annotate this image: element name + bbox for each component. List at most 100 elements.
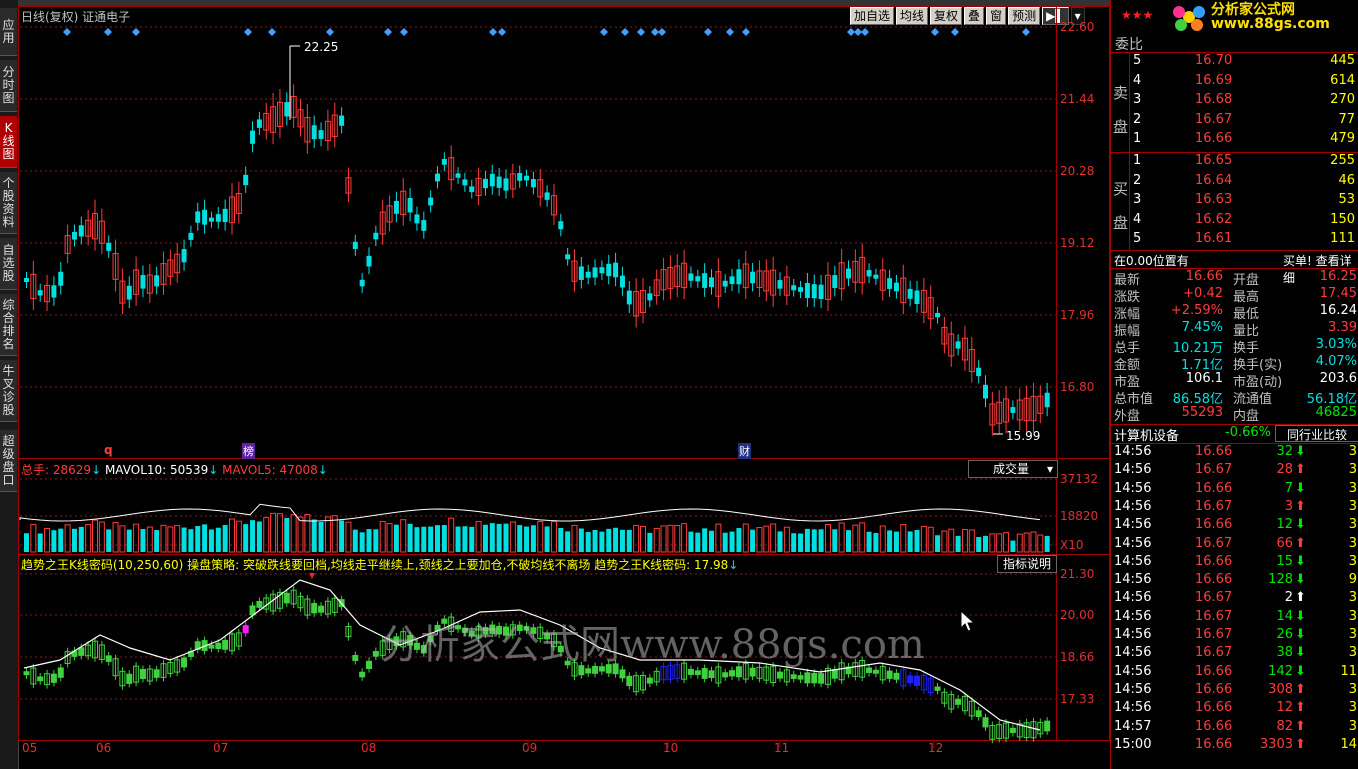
stat-value: 16.24: [1319, 303, 1357, 318]
tick-row: 14:56 16.66 32 ⬇ 3: [1111, 444, 1358, 462]
diamond-signal-icon: [268, 28, 276, 36]
volume-bar: [976, 537, 982, 552]
arrow-down-icon: ⬇: [1295, 627, 1306, 642]
volume-bar: [160, 524, 167, 553]
indicator-body: [811, 672, 818, 684]
volume-bar: [37, 533, 43, 552]
candle-body: [544, 192, 550, 200]
buy-level-row[interactable]: 1 16.65 255: [1111, 153, 1358, 171]
indicator-body: [831, 669, 838, 679]
tick-extra: 3: [1348, 681, 1357, 697]
indicator-body: [105, 655, 112, 662]
volume-bar: [85, 524, 92, 553]
diamond-signal-icon: [132, 28, 140, 36]
arrow-up-icon: ⬆: [1295, 718, 1306, 734]
volume-bar: [879, 525, 886, 553]
arrow-down-icon: ⬇: [1295, 480, 1306, 496]
candle-body: [798, 287, 804, 292]
volume-bar: [681, 523, 688, 553]
candle-body: [318, 130, 324, 139]
diamond-signal-icon: [63, 28, 71, 36]
buy-level-row[interactable]: 4 16.62 150: [1111, 212, 1358, 230]
diamond-signal-icon: [104, 28, 112, 36]
tick-time: 14:56: [1114, 517, 1152, 533]
candle-body: [208, 217, 214, 222]
diamond-signal-icon: [637, 28, 645, 36]
tick-price: 16.67: [1195, 627, 1233, 642]
volume-bar: [44, 528, 51, 553]
volume-bar: [818, 529, 824, 552]
arrow-up-icon: ⬆: [1295, 700, 1306, 716]
tick-volume: 3303: [1259, 736, 1293, 752]
tick-row: 14:57 16.66 82 ⬆ 3: [1111, 719, 1358, 737]
volume-bar: [798, 533, 804, 552]
volume-bar: [379, 521, 386, 553]
volume-bar: [503, 523, 509, 552]
volume-bar: [530, 525, 536, 552]
tick-price: 16.66: [1195, 572, 1233, 588]
volume-bar: [900, 524, 907, 553]
indicator-body: [708, 670, 715, 679]
volume-bar: [866, 531, 872, 552]
tick-extra: 3: [1348, 462, 1357, 478]
diamond-signal-icon: [704, 28, 712, 36]
volume-bar: [290, 514, 297, 553]
sell-level-row[interactable]: 1 16.66 479: [1111, 131, 1358, 149]
candle-body: [558, 221, 564, 230]
signal-triangle-icon: [309, 573, 315, 579]
candle-body: [58, 271, 64, 286]
volume-bar: [550, 521, 557, 553]
sell-level-row[interactable]: 4 16.69 614: [1111, 73, 1358, 91]
tick-time: 14:56: [1114, 553, 1152, 569]
tick-volume: 15: [1276, 553, 1293, 569]
tick-volume: 308: [1268, 681, 1293, 697]
tick-extra: 3: [1348, 700, 1357, 716]
tick-time: 14:56: [1114, 645, 1152, 661]
sell-level-row[interactable]: 3 16.68 270: [1111, 92, 1358, 110]
volume-bar: [30, 523, 37, 553]
level-number: 2: [1133, 111, 1142, 127]
tick-extra: 3: [1348, 590, 1357, 606]
industry-compare-button[interactable]: 同行业比较: [1275, 425, 1358, 442]
tick-extra: 3: [1348, 480, 1357, 496]
volume-bar: [318, 522, 324, 552]
candle-body: [907, 288, 913, 299]
volume-bar: [51, 530, 57, 552]
arrow-down-icon: ⬇: [1295, 553, 1306, 569]
level-price: 16.63: [1195, 192, 1233, 207]
candle-body: [722, 280, 728, 287]
level-number: 3: [1133, 92, 1142, 107]
buy-level-row[interactable]: 5 16.61 111: [1111, 231, 1358, 249]
volume-bar: [339, 520, 345, 552]
buy-level-row[interactable]: 2 16.64 46: [1111, 173, 1358, 191]
volume-bar: [215, 527, 221, 552]
indicator-body: [359, 671, 366, 678]
volume-bar: [742, 523, 749, 553]
candle-body: [791, 285, 797, 291]
sell-level-row[interactable]: 2 16.67 77: [1111, 112, 1358, 130]
tick-price: 16.67: [1195, 590, 1233, 606]
volume-bar: [400, 519, 407, 553]
volume-bar: [777, 531, 783, 552]
tick-extra: 3: [1348, 553, 1357, 569]
tick-time: 14:56: [1114, 462, 1152, 478]
candle-body: [469, 186, 475, 193]
indicator-body: [242, 625, 249, 634]
indicator-body: [797, 675, 804, 680]
volume-bar: [961, 528, 968, 553]
volume-bar: [846, 530, 851, 552]
volume-bar: [653, 527, 660, 553]
candle-body: [71, 231, 77, 240]
diamond-signal-icon: [658, 28, 666, 36]
volume-bar: [428, 526, 434, 552]
volume-bar: [989, 533, 996, 553]
candle-body: [489, 173, 495, 187]
sell-level-row[interactable]: 5 16.70 445: [1111, 53, 1358, 71]
candle-body: [976, 367, 982, 377]
arrow-up-icon: ⬆: [1295, 590, 1306, 606]
tick-time: 14:56: [1114, 663, 1152, 679]
arrow-up-icon: ⬆: [1295, 498, 1306, 514]
volume-bar: [1037, 534, 1044, 553]
tick-price: 16.66: [1195, 736, 1233, 752]
buy-level-row[interactable]: 3 16.63 53: [1111, 192, 1358, 210]
